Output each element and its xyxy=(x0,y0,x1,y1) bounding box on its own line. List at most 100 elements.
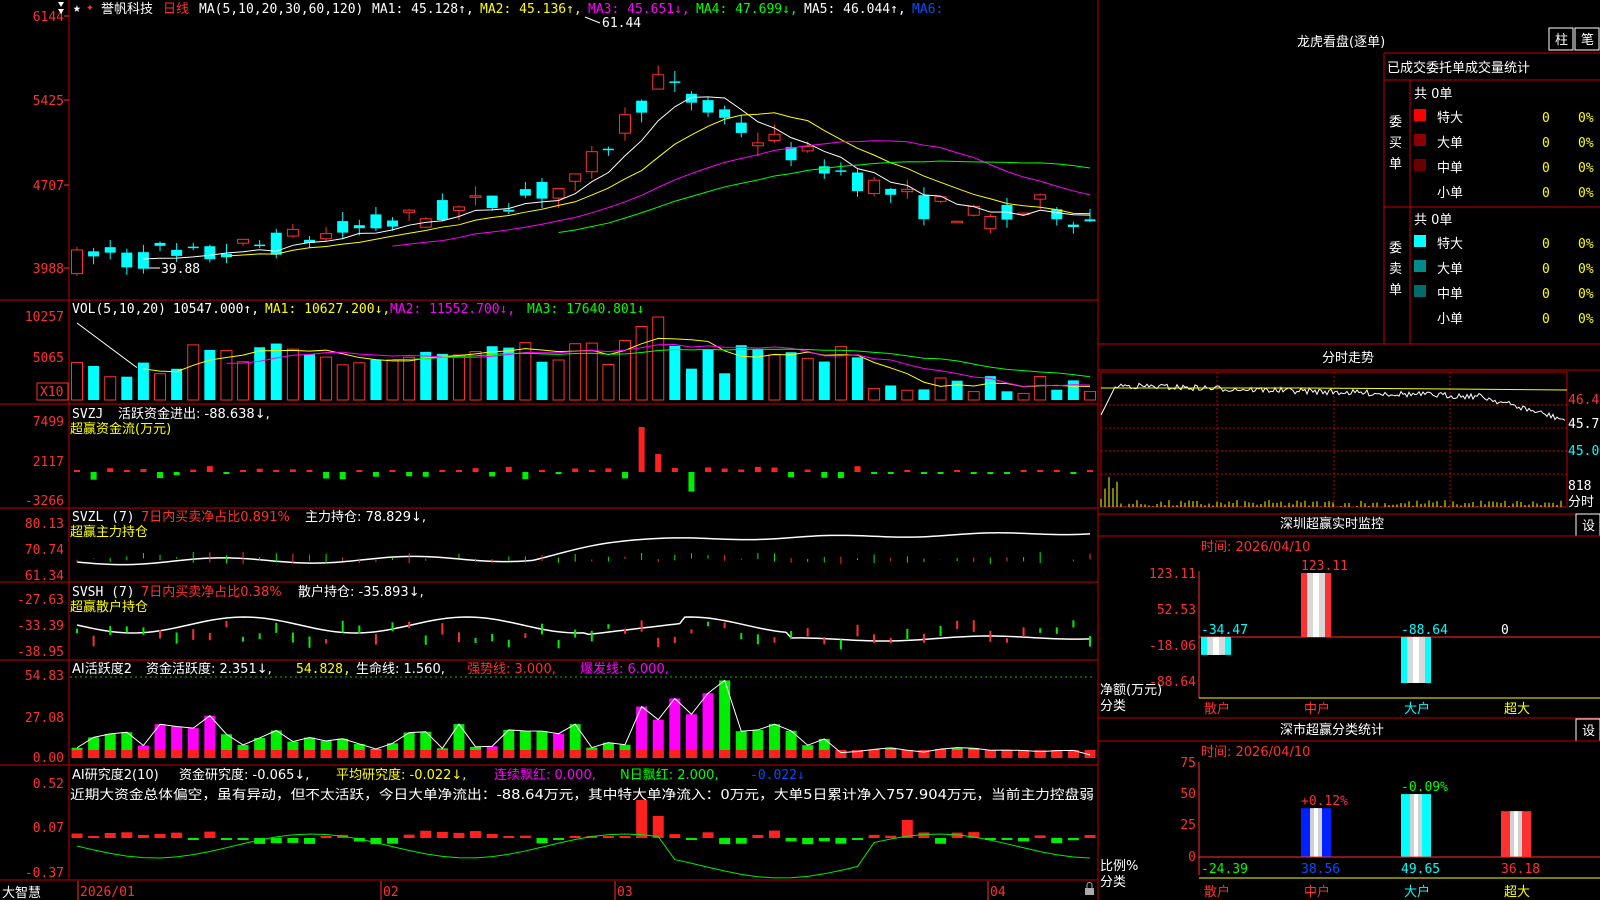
y-label: 70.74 xyxy=(25,543,64,558)
ai2-def: AI研究度2(10) xyxy=(72,767,159,783)
flow-bar xyxy=(1020,470,1027,472)
flow-bar xyxy=(555,472,562,475)
ma4-label: MA4: 47.699↓, xyxy=(696,2,798,17)
candle-body xyxy=(951,220,964,224)
flow-bar xyxy=(688,472,695,492)
svg-text:0%: 0% xyxy=(1578,111,1594,126)
svg-text:中单: 中单 xyxy=(1437,287,1463,302)
flow-bar xyxy=(904,470,911,472)
y-label: 6144 xyxy=(33,10,64,25)
candle-body xyxy=(669,81,681,83)
candle-body xyxy=(719,109,731,118)
svg-text:特大: 特大 xyxy=(1437,111,1463,126)
activity-base xyxy=(652,750,664,758)
candle-body xyxy=(469,195,482,198)
ma2-label: MA2: 45.136↑, xyxy=(480,2,582,17)
ratio-bar-center xyxy=(1514,811,1518,857)
flow-bar xyxy=(538,469,545,472)
candle-body xyxy=(353,225,365,229)
flow-bar xyxy=(489,472,496,477)
svg-text:0: 0 xyxy=(1542,312,1550,327)
low-label: 39.88 xyxy=(161,262,200,277)
vol-ma1: MA1: 10627.200↓, xyxy=(265,302,390,317)
svg-text:单: 单 xyxy=(1389,157,1402,172)
research-bar xyxy=(652,816,664,838)
volume-bar xyxy=(967,391,980,401)
volume-bar xyxy=(719,373,731,400)
y-label: 75 xyxy=(1180,756,1196,771)
svg-text:0: 0 xyxy=(1542,237,1550,252)
research-bar xyxy=(270,838,282,844)
flow-bar xyxy=(738,469,745,472)
flow-bar xyxy=(754,466,761,472)
activity-base xyxy=(586,750,598,758)
volume-bar xyxy=(386,359,399,401)
change-label: +0.12% xyxy=(1301,794,1348,809)
volume-bar xyxy=(901,389,914,401)
vol-title-line: VOL(5,10,20) 10547.000↑, MA1: 10627.200↓… xyxy=(72,302,644,317)
buy-side-label: 委 买 单 xyxy=(1389,115,1402,172)
svg-text:单: 单 xyxy=(1389,283,1402,298)
ai2-d: N日飘红: 2.000, xyxy=(620,767,719,783)
y-label: -33.39 xyxy=(17,619,64,634)
activity-base xyxy=(752,750,764,758)
svg-text:卖: 卖 xyxy=(1389,262,1402,277)
flow-bar xyxy=(339,472,346,480)
svg-text:0: 0 xyxy=(1542,161,1550,176)
ma5-label: MA5: 46.044↑, xyxy=(804,2,906,17)
research-bar xyxy=(104,832,116,838)
research-bar xyxy=(868,834,880,838)
svsh-y-axis: -27.63 -33.39 -38.95 xyxy=(17,593,64,660)
ai2-a: 资金研究度: -0.065↓, xyxy=(179,767,309,783)
research-bar xyxy=(818,838,830,842)
y-label: 5425 xyxy=(33,94,64,109)
research-bar xyxy=(752,834,764,838)
sz-class-time: 时间: 2026/04/10 xyxy=(1201,745,1310,760)
ma3-label: MA3: 45.651↓, xyxy=(588,2,690,17)
flow-bar xyxy=(771,467,778,472)
sz-class-unit: 比例% xyxy=(1100,859,1138,874)
ai2-b: 平均研究度: -0.022↓, xyxy=(336,767,466,783)
research-bar xyxy=(553,838,565,840)
activity-base xyxy=(403,750,415,758)
candle-body xyxy=(619,114,632,134)
vol-unit: 分时 xyxy=(1568,495,1594,510)
brand-logo: 大智慧 xyxy=(2,885,41,900)
activity-base xyxy=(486,750,498,758)
y-label: 0.00 xyxy=(33,751,64,766)
flow-bar xyxy=(522,472,529,480)
m-color-swatch xyxy=(1414,285,1426,297)
category-label: 中户 xyxy=(1304,701,1330,717)
main-title-line: ★ ✦ 誉帆科技 日线 MA(5,10,20,30,60,120) MA1: 4… xyxy=(73,0,943,17)
svg-text:0%: 0% xyxy=(1578,312,1594,327)
svzl-y-axis: 80.13 70.74 61.34 xyxy=(25,517,64,584)
y-label: 46.45 xyxy=(1568,393,1600,408)
y-label: 7499 xyxy=(33,415,64,430)
activity-base xyxy=(436,750,448,758)
flow-bar xyxy=(406,472,413,477)
y-label: 50 xyxy=(1180,787,1196,802)
net-bar-center xyxy=(1213,636,1219,655)
flow-bar xyxy=(123,470,130,472)
candle-body xyxy=(636,100,648,113)
candle-body xyxy=(835,170,847,172)
sz-class-unit2: 分类 xyxy=(1100,875,1126,890)
activity-base xyxy=(137,750,149,758)
activity-base xyxy=(702,750,714,758)
research-bar xyxy=(320,836,332,838)
volume-bar xyxy=(519,342,532,401)
svg-text:大单: 大单 xyxy=(1437,262,1463,277)
flow-bar xyxy=(837,472,844,479)
candle-body xyxy=(452,206,465,211)
research-bar xyxy=(403,834,415,838)
y-label: 61.34 xyxy=(25,569,64,584)
candle-body xyxy=(868,179,881,195)
volume-bar xyxy=(785,352,797,400)
volume-bar xyxy=(818,361,830,400)
flow-bar xyxy=(1053,470,1060,472)
research-bar xyxy=(519,835,531,838)
research-bar xyxy=(802,838,814,845)
svg-text:0: 0 xyxy=(1542,287,1550,302)
research-bar xyxy=(237,838,249,840)
y-label: 5065 xyxy=(33,351,64,366)
